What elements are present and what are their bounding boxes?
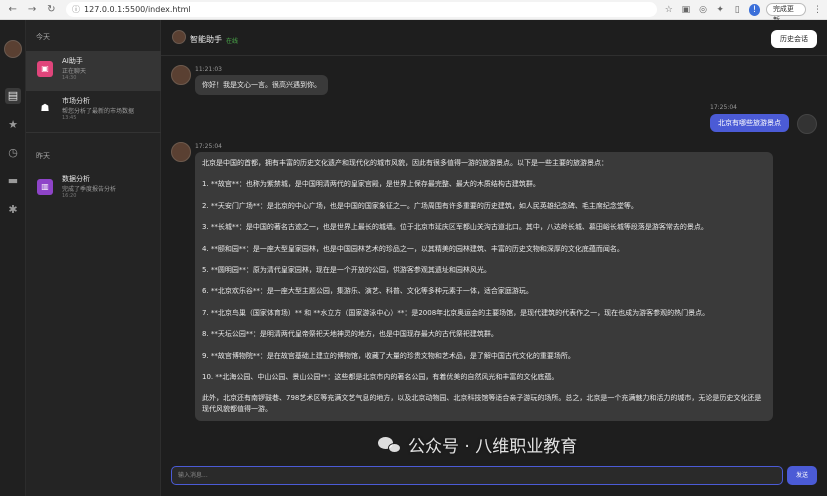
- url-text: 127.0.0.1:5500/index.html: [84, 5, 191, 14]
- profile-icon[interactable]: ▯: [732, 4, 743, 16]
- message-time: 17:25:04: [710, 104, 737, 111]
- user-message: 北京有哪些旅游景点: [710, 114, 789, 132]
- message-time: 17:25:04: [195, 143, 222, 150]
- info-icon[interactable]: ⓘ: [72, 4, 80, 15]
- watermark: 公众号 · 八维职业教育: [378, 432, 577, 457]
- divider: [26, 132, 161, 133]
- answer-paragraph: 5. **圆明园**：原为清代皇家园林，现在是一个开放的公园，供游客参观其遗址和…: [202, 265, 491, 274]
- chat-title: 智能助手: [190, 35, 222, 44]
- chat-icon[interactable]: ▤: [5, 88, 21, 104]
- history-icon[interactable]: ◷: [5, 145, 21, 161]
- conversation-time: 16:20: [62, 193, 77, 199]
- forward-icon[interactable]: →: [25, 3, 38, 17]
- image-icon: ▣: [37, 61, 53, 77]
- address-bar[interactable]: ⓘ 127.0.0.1:5500/index.html: [66, 2, 658, 17]
- chat-header: 智能助手 在线 历史会话: [161, 20, 827, 56]
- update-button[interactable]: 完成更新: [765, 3, 806, 24]
- answer-paragraph: 北京是中国的首都，拥有丰富的历史文化遗产和现代化的城市风貌，因此有很多值得一游的…: [202, 159, 608, 167]
- answer-paragraph: 9. **故宫博物院**：是在故宫基础上建立的博物馆，收藏了大量的珍贵文物和艺术…: [202, 351, 575, 360]
- extension-icon[interactable]: ▣: [680, 4, 691, 16]
- status-badge: 在线: [226, 38, 239, 45]
- conversation-item-data-analysis[interactable]: ▥ 数据分析 完成了季度报告分析 16:20: [26, 169, 161, 209]
- icon-rail: ▤ ★ ◷ ▬ ✱: [0, 20, 26, 496]
- conversation-item-market-analysis[interactable]: ☗ 市场分析 帮您分析了最新的市场数据 13:45: [26, 91, 161, 131]
- message-input[interactable]: 输入消息...: [171, 466, 783, 485]
- conversation-time: 13:45: [62, 115, 77, 121]
- section-today: 今天: [36, 33, 50, 41]
- star-icon[interactable]: ★: [5, 117, 21, 133]
- conversation-list: 今天 ▣ AI助手 正在聊天 14:30 ☗ 市场分析 帮您分析了最新的市场数据…: [26, 20, 161, 496]
- answer-paragraph: 1. **故宫**：也称为紫禁城，是中国明清两代的皇家宫殿，是世界上保存最完整、…: [202, 180, 540, 189]
- conversation-subtitle: 帮您分析了最新的市场数据: [62, 108, 135, 115]
- section-yesterday: 昨天: [36, 152, 50, 160]
- answer-paragraph: 10. **北海公园、中山公园、景山公园**：这些都是北京市内的著名公园，有着优…: [202, 372, 559, 381]
- answer-paragraph: 2. **天安门广场**：是北京的中心广场，也是中国的国家象征之一。广场周围有许…: [202, 201, 638, 210]
- extension-icon-2[interactable]: ◎: [697, 4, 708, 16]
- assistant-message: 你好！我是文心一言。很高兴遇到你。: [195, 75, 328, 95]
- answer-paragraph: 此外，北京还有南锣鼓巷、798艺术区等充满文艺气息的地方，以及北京动物园、北京科…: [202, 394, 762, 414]
- folder-icon[interactable]: ▬: [5, 173, 21, 189]
- answer-paragraph: 6. **北京欢乐谷**：是一座大型主题公园，集游乐、演艺、科普、文化等多种元素…: [202, 287, 533, 296]
- assistant-avatar: [171, 142, 191, 162]
- assistant-avatar: [171, 65, 191, 85]
- answer-paragraph: 7. **北京鸟巢（国家体育场）** 和 **水立方（国家游泳中心）**：是20…: [202, 308, 710, 317]
- gear-icon[interactable]: ✱: [5, 202, 21, 218]
- answer-paragraph: 8. **天坛公园**：是明清两代皇帝祭祀天地神灵的地方，也是中国现存最大的古代…: [202, 330, 498, 339]
- reload-icon[interactable]: ↻: [45, 3, 58, 17]
- conversation-time: 14:30: [62, 75, 77, 81]
- chart-icon: ▥: [37, 179, 53, 195]
- send-button[interactable]: 发送: [787, 466, 817, 485]
- account-icon[interactable]: !: [748, 3, 760, 16]
- conversation-title: AI助手: [62, 57, 83, 65]
- robot-icon: ☗: [40, 103, 50, 114]
- conversation-item-ai-assistant[interactable]: ▣ AI助手 正在聊天 14:30: [26, 51, 161, 91]
- conversation-title: 数据分析: [62, 175, 90, 183]
- assistant-avatar: [172, 30, 186, 44]
- user-avatar[interactable]: [4, 40, 22, 58]
- star-icon[interactable]: ☆: [663, 4, 674, 16]
- assistant-message: 北京是中国的首都，拥有丰富的历史文化遗产和现代化的城市风貌，因此有很多值得一游的…: [195, 152, 773, 422]
- conversation-subtitle: 正在聊天: [62, 68, 87, 75]
- watermark-text: 公众号 · 八维职业教育: [408, 437, 578, 457]
- history-button[interactable]: 历史会话: [771, 30, 817, 48]
- back-icon[interactable]: ←: [6, 3, 19, 17]
- user-avatar: [797, 114, 817, 134]
- answer-paragraph: 3. **长城**：是中国的著名古迹之一，也是世界上最长的城墙。位于北京市延庆区…: [202, 223, 708, 232]
- chat-panel: 智能助手 在线 历史会话 11:21:03 你好！我是文心一言。很高兴遇到你。 …: [161, 20, 827, 496]
- browser-toolbar: ← → ↻ ⓘ 127.0.0.1:5500/index.html ☆ ▣ ◎ …: [0, 0, 827, 24]
- conversation-subtitle: 完成了季度报告分析: [62, 186, 117, 193]
- answer-paragraph: 4. **颐和园**：是一座大型皇家园林，也是中国园林艺术的珍品之一，以其精美的…: [202, 244, 624, 253]
- conversation-title: 市场分析: [62, 97, 90, 105]
- menu-icon[interactable]: ⋮: [812, 4, 823, 16]
- wechat-icon: [378, 435, 402, 455]
- puzzle-icon[interactable]: ✦: [715, 4, 726, 16]
- message-time: 11:21:03: [195, 66, 222, 73]
